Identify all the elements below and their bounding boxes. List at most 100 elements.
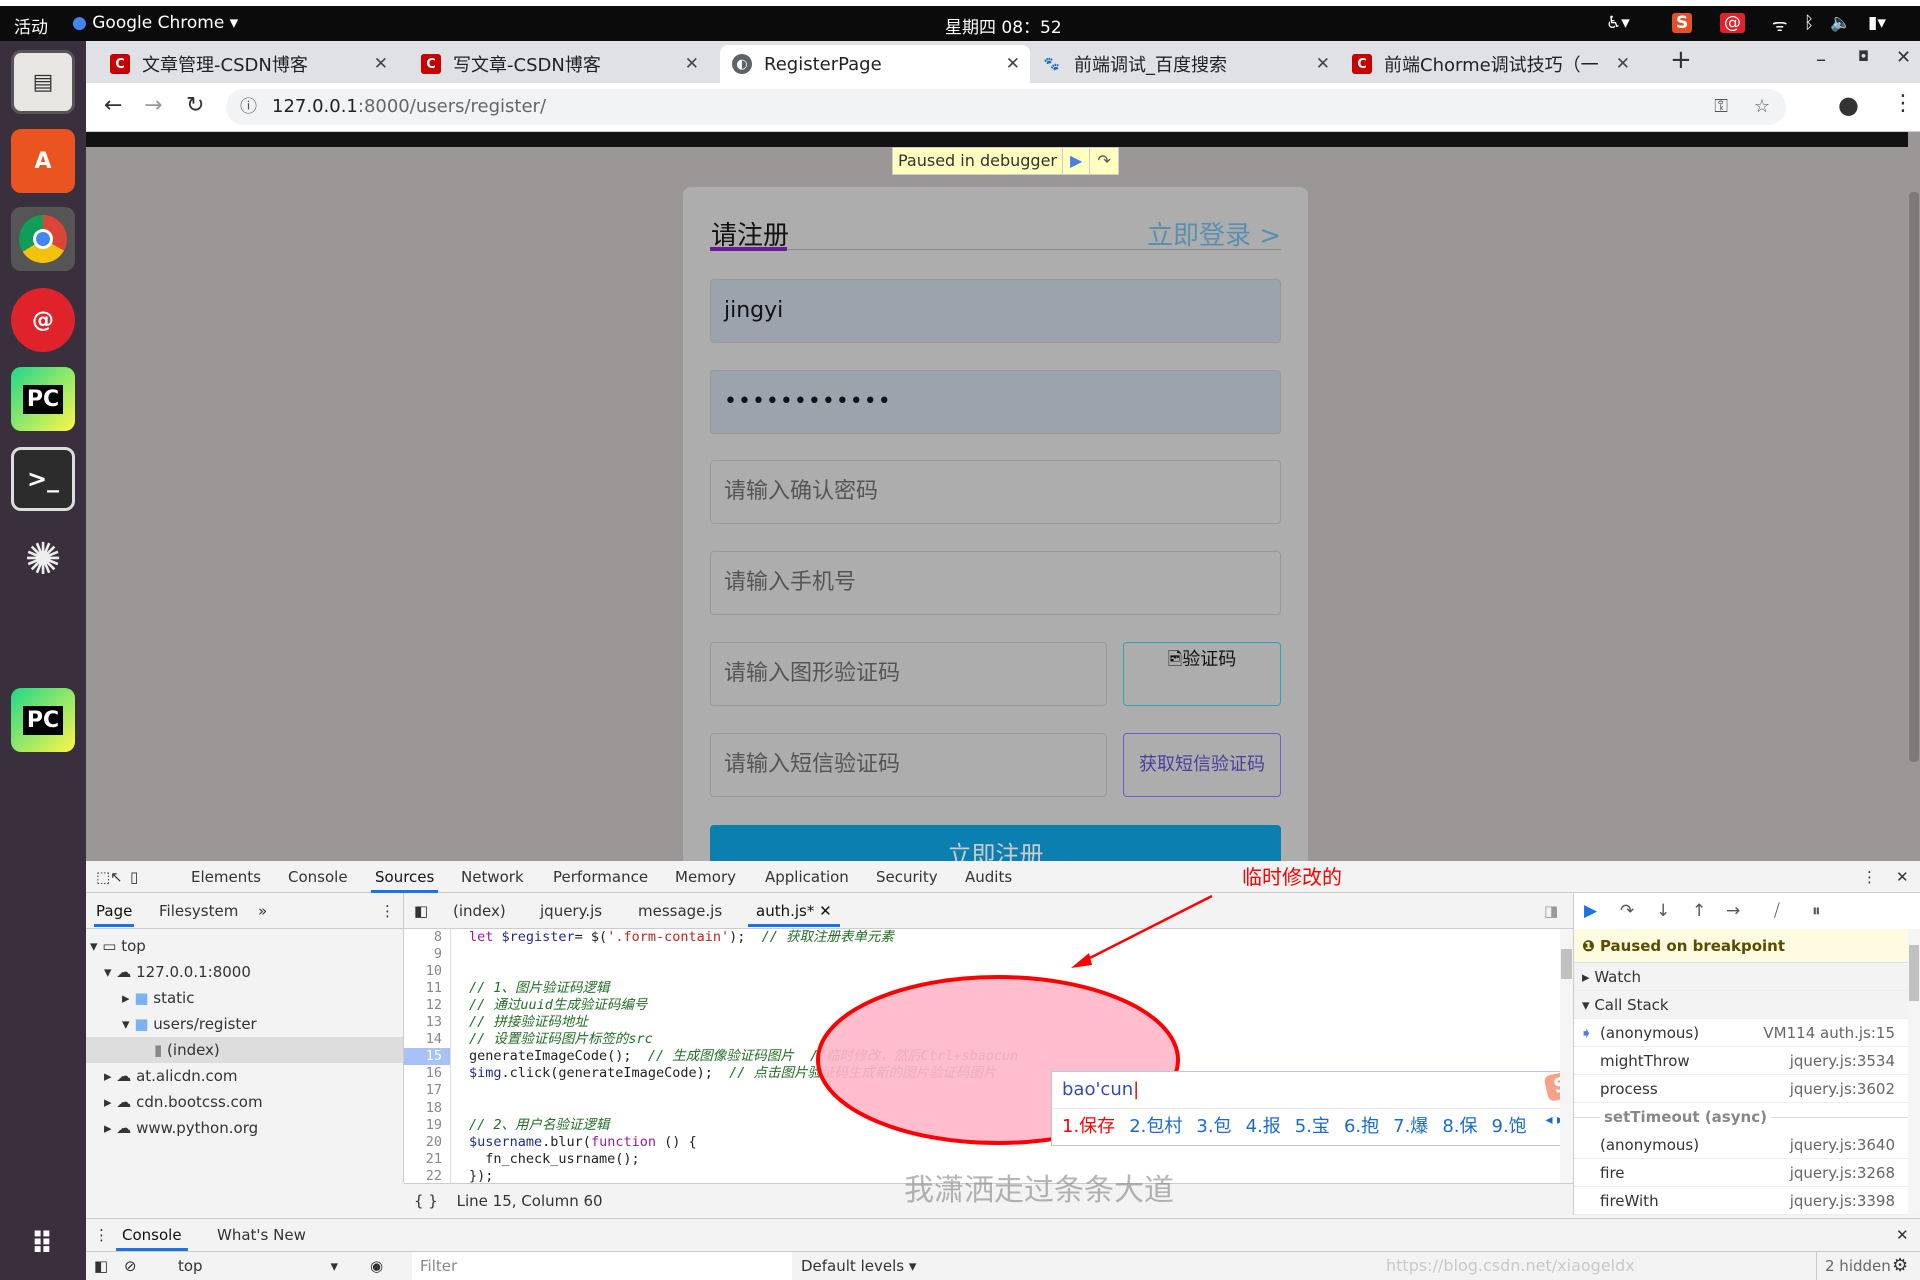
confirm-password-input[interactable]: 请输入确认密码 bbox=[710, 460, 1281, 524]
watch-section[interactable]: ▸ Watch bbox=[1574, 963, 1909, 991]
profile-icon[interactable]: ● bbox=[1838, 91, 1859, 119]
aperture-app-icon[interactable]: ✺ bbox=[11, 527, 75, 591]
battery-icon[interactable]: ▮▾ bbox=[1868, 13, 1886, 33]
minimize-button[interactable]: – bbox=[1816, 47, 1826, 71]
live-expression-icon[interactable]: ◉ bbox=[370, 1252, 383, 1280]
settings-gear-icon[interactable]: ⚙ bbox=[1892, 1252, 1908, 1280]
volume-icon[interactable]: 🔈 bbox=[1830, 13, 1851, 33]
ime-candidate[interactable]: 5.宝 bbox=[1295, 1109, 1330, 1145]
tab-csdn-write[interactable]: C 写文章-CSDN博客 ✕ bbox=[409, 45, 709, 83]
pycharm-icon[interactable]: PC bbox=[11, 367, 75, 431]
frame-location[interactable]: jquery.js:3602 bbox=[1790, 1075, 1895, 1103]
editor-scrollbar[interactable] bbox=[1560, 929, 1573, 1183]
login-link[interactable]: 立即登录 > bbox=[1147, 215, 1281, 252]
call-frame[interactable]: process jquery.js:3602 bbox=[1574, 1075, 1909, 1103]
ime-candidate[interactable]: 1.保存 bbox=[1062, 1109, 1115, 1145]
maximize-button[interactable]: ◘ bbox=[1858, 49, 1869, 65]
step-over-icon[interactable]: ↷ bbox=[1089, 148, 1117, 174]
get-sms-code-button[interactable]: 获取短信验证码 bbox=[1123, 733, 1281, 797]
close-window-button[interactable]: ✕ bbox=[1896, 47, 1911, 68]
netease-music-icon[interactable]: @ bbox=[11, 288, 75, 352]
bluetooth-icon[interactable]: ᛒ bbox=[1804, 13, 1814, 33]
tab-baidu[interactable]: 🐾 前端调试_百度搜索 ✕ bbox=[1030, 45, 1340, 83]
files-icon[interactable]: ▤ bbox=[11, 50, 75, 114]
software-icon[interactable]: A bbox=[11, 129, 75, 193]
register-button[interactable]: 立即注册 bbox=[710, 825, 1281, 861]
key-icon[interactable]: ⚿ bbox=[1714, 89, 1728, 125]
captcha-image[interactable]: 🖻验证码 bbox=[1123, 642, 1281, 706]
deactivate-breakpoints-icon[interactable]: ⧸ bbox=[1774, 893, 1780, 929]
ime-candidate[interactable]: 8.保 bbox=[1442, 1109, 1477, 1145]
log-levels-dropdown[interactable]: Default levels ▾ bbox=[801, 1252, 916, 1280]
call-frame[interactable]: fire jquery.js:3268 bbox=[1574, 1159, 1909, 1187]
back-button[interactable]: ← bbox=[104, 93, 122, 118]
ime-candidate[interactable]: 3.包 bbox=[1196, 1109, 1231, 1145]
accessibility-icon[interactable]: ♿▾ bbox=[1606, 13, 1630, 33]
sogou-tray-icon[interactable]: S bbox=[1672, 13, 1693, 33]
wifi-icon[interactable]: ᯤ bbox=[1772, 13, 1788, 36]
ime-candidate[interactable]: 6.抱 bbox=[1344, 1109, 1379, 1145]
app-menu[interactable]: ● Google Chrome ▾ bbox=[72, 13, 238, 33]
reload-button[interactable]: ↻ bbox=[186, 93, 204, 118]
drawer-menu-icon[interactable]: ⋮ bbox=[94, 1219, 109, 1251]
close-icon[interactable]: ✕ bbox=[374, 54, 388, 74]
captcha-input[interactable]: 请输入图形验证码 bbox=[710, 642, 1107, 706]
close-icon[interactable]: ✕ bbox=[1006, 54, 1020, 74]
drawer-tab-console[interactable]: Console bbox=[116, 1219, 188, 1251]
step-icon[interactable]: → bbox=[1726, 893, 1740, 929]
new-tab-button[interactable]: + bbox=[1670, 45, 1692, 75]
call-frame[interactable]: mightThrow jquery.js:3534 bbox=[1574, 1047, 1909, 1075]
forward-button[interactable]: → bbox=[144, 93, 162, 118]
password-input[interactable]: •••••••••••• bbox=[710, 370, 1281, 434]
show-sidebar-icon[interactable]: ◧ bbox=[94, 1252, 108, 1280]
address-bar[interactable]: ⓘ 127.0.0.1:8000/users/register/ ⚿ ☆ bbox=[226, 89, 1786, 125]
frame-location[interactable]: jquery.js:3640 bbox=[1790, 1131, 1895, 1159]
pretty-print-icon[interactable]: { } bbox=[404, 1192, 438, 1210]
frame-location[interactable]: jquery.js:3398 bbox=[1790, 1187, 1895, 1215]
step-over-icon[interactable]: ↷ bbox=[1620, 893, 1634, 929]
step-out-icon[interactable]: ↑ bbox=[1692, 893, 1706, 929]
tab-csdn-manage[interactable]: C 文章管理-CSDN博客 ✕ bbox=[98, 45, 398, 83]
username-input[interactable]: jingyi bbox=[710, 279, 1281, 343]
info-icon[interactable]: ⓘ bbox=[240, 89, 257, 125]
tab-register-page[interactable]: ◐ RegisterPage ✕ bbox=[720, 45, 1030, 83]
close-drawer-icon[interactable]: ✕ bbox=[1896, 1219, 1909, 1251]
console-filter-input[interactable]: Filter bbox=[412, 1252, 792, 1280]
clock[interactable]: 星期四 08：52 bbox=[945, 13, 1062, 38]
sms-code-input[interactable]: 请输入短信验证码 bbox=[710, 733, 1107, 797]
terminal-icon[interactable]: >_ bbox=[11, 447, 75, 511]
clear-console-icon[interactable]: ⊘ bbox=[124, 1252, 137, 1280]
menu-icon[interactable]: ⋮ bbox=[1892, 91, 1914, 116]
frame-location[interactable]: jquery.js:3534 bbox=[1790, 1047, 1895, 1075]
ime-candidate[interactable]: 7.爆 bbox=[1393, 1109, 1428, 1145]
watermark-text: 我潇洒走过条条大道 bbox=[904, 1173, 1174, 1208]
step-into-icon[interactable]: ↓ bbox=[1656, 893, 1670, 929]
bookmark-star-icon[interactable]: ☆ bbox=[1754, 89, 1770, 125]
sidebar-scrollbar[interactable] bbox=[1908, 929, 1920, 1215]
ime-candidate[interactable]: 2.包村 bbox=[1129, 1109, 1182, 1145]
pycharm-pro-icon[interactable]: PC bbox=[11, 688, 75, 752]
callstack-section[interactable]: ▾ Call Stack bbox=[1574, 991, 1909, 1019]
ime-candidate[interactable]: 4.报 bbox=[1246, 1109, 1281, 1145]
activities-button[interactable]: 活动 bbox=[14, 13, 48, 38]
close-icon[interactable]: ✕ bbox=[685, 54, 699, 74]
resume-icon[interactable]: ▶ bbox=[1584, 893, 1597, 929]
netease-tray-icon[interactable]: @ bbox=[1720, 13, 1745, 33]
drawer-tab-whats-new[interactable]: What's New bbox=[217, 1219, 306, 1251]
close-icon[interactable]: ✕ bbox=[1316, 54, 1330, 74]
ime-candidate[interactable]: 9.饱 bbox=[1492, 1109, 1527, 1145]
app-grid-icon[interactable]: ⠿ bbox=[11, 1212, 75, 1276]
pause-exceptions-icon[interactable]: ⏸ bbox=[1812, 893, 1821, 929]
mobile-input[interactable]: 请输入手机号 bbox=[710, 551, 1281, 615]
page-scrollbar[interactable] bbox=[1908, 132, 1920, 861]
chrome-icon[interactable] bbox=[11, 207, 75, 271]
context-select[interactable]: top ▾ bbox=[178, 1252, 338, 1280]
close-icon[interactable]: ✕ bbox=[1616, 54, 1630, 74]
call-frame[interactable]: fireWith jquery.js:3398 bbox=[1574, 1187, 1909, 1215]
frame-location[interactable]: VM114 auth.js:15 bbox=[1763, 1019, 1895, 1047]
resume-icon[interactable]: ▶ bbox=[1062, 148, 1089, 174]
call-frame[interactable]: ➧ (anonymous) VM114 auth.js:15 bbox=[1574, 1019, 1909, 1047]
call-frame[interactable]: (anonymous) jquery.js:3640 bbox=[1574, 1131, 1909, 1159]
frame-location[interactable]: jquery.js:3268 bbox=[1790, 1159, 1895, 1187]
tab-csdn-chrome-debug[interactable]: C 前端Chorme调试技巧（一 ✕ bbox=[1340, 45, 1640, 83]
